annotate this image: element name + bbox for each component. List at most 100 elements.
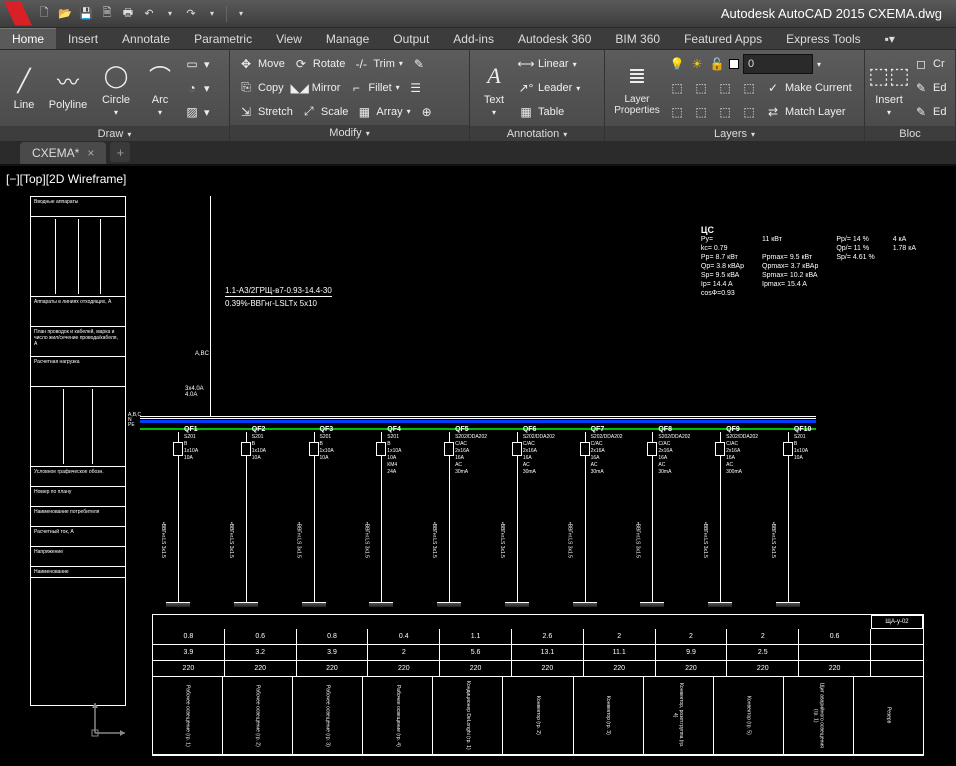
feeder-QF10: QF10S201 B 1x10A 10A •ВВГнг.LS 3х1.5 [762,432,816,607]
tab-featured[interactable]: Featured Apps [672,29,774,49]
qat-more-icon[interactable]: ▾ [232,5,250,23]
mirror-button[interactable]: ◣◢Mirror [288,77,345,99]
feeder-QF5: QF5S202/DDA202 C/AC 2x16A 16A AC 30mA •В… [423,432,477,607]
layer-selector[interactable]: 💡 ☀ 🔓 ▾ [665,53,856,75]
qat-open-icon[interactable]: 📂 [56,5,74,23]
text-button[interactable]: AText▾ [474,52,514,124]
leader-button[interactable]: ↗°Leader▾ [514,77,584,99]
tab-insert[interactable]: Insert [56,29,110,49]
extra-c[interactable]: ⊕ [415,101,439,123]
array-button[interactable]: ▦Array▾ [352,101,414,123]
table-button[interactable]: ▦Table [514,101,584,123]
layer-properties-icon: ≣ [621,60,653,92]
tab-annotate[interactable]: Annotate [110,29,182,49]
panel-block-title: Bloc [899,128,920,140]
incoming-label-1: 1.1-А3/2ГРЩ-в7-0.93-14.4-30 [225,286,332,297]
app-logo[interactable] [4,2,32,26]
text-icon: A [478,60,510,92]
tab-parametric[interactable]: Parametric [182,29,264,49]
polyline-button[interactable]: 〰Polyline [44,52,92,124]
edit-button-2[interactable]: ✎Ed [909,101,950,123]
panel-modify: ✥Move ⟳Rotate -/-Trim▾ ✎ ⎘Copy ◣◢Mirror … [230,50,470,141]
stretch-button[interactable]: ⇲Stretch [234,101,297,123]
tab-bim360[interactable]: BIM 360 [603,29,672,49]
panel-annotation: AText▾ ⟷Linear▾ ↗°Leader▾ ▦Table Annotat… [470,50,605,141]
tab-view[interactable]: View [264,29,314,49]
arc-button[interactable]: ⌒Arc▾ [140,52,180,124]
move-icon: ✥ [238,56,254,72]
qat-saveas-icon[interactable]: 🗎 [98,5,116,23]
layer-tool-3[interactable]: ⬚ [713,77,737,99]
polyline-icon: 〰 [52,65,84,97]
panel-layers: ≣LayerProperties 💡 ☀ 🔓 ▾ ⬚ ⬚ ⬚ ⬚ ✓Make C… [605,50,865,141]
qat-undo-drop-icon[interactable]: ▾ [161,5,179,23]
qat-undo-icon[interactable]: ↶ [140,5,158,23]
ribbon-tabs: Home Insert Annotate Parametric View Man… [0,28,956,50]
qat-redo-drop-icon[interactable]: ▾ [203,5,221,23]
extra-b[interactable]: ☰ [404,77,428,99]
panel-layers-title[interactable]: Layers [714,128,755,140]
draw-extra-1[interactable]: ▭▾ [180,53,214,75]
feeder-QF4: QF4S201 B 1x10A 10A КМ4 24А •ВВГнг.LS 3х… [355,432,409,607]
tab-a360[interactable]: Autodesk 360 [506,29,603,49]
layer-tool-7[interactable]: ⬚ [713,101,737,123]
tab-manage[interactable]: Manage [314,29,381,49]
panel-draw-title[interactable]: Draw [98,128,132,140]
create-button[interactable]: ◻Cr [909,53,950,75]
feeder-QF3: QF3S201 B 1x10A 10A •ВВГнг.LS 3х1.5 [288,432,342,607]
copy-button[interactable]: ⎘Copy [234,77,288,99]
qat-print-icon[interactable]: 🖶 [119,5,137,23]
title-block: Вводные аппараты Аппараты в линиях отход… [30,196,126,706]
stretch-icon: ⇲ [238,104,254,120]
load-data-block: ЦСРу=kc= 0.79Рр= 8.7 кВтQp= 3.8 кВАрSp= … [701,226,916,298]
tab-output[interactable]: Output [381,29,441,49]
panel-annotation-title[interactable]: Annotation [507,128,568,140]
add-tab-button[interactable]: + [110,142,130,162]
table-icon: ▦ [518,104,534,120]
qat-new-icon[interactable]: 🗋 [35,5,53,23]
insert-button[interactable]: ⬚⬚Insert▾ [869,52,909,124]
match-layer-button[interactable]: ⇄Match Layer [761,101,850,123]
view-controls[interactable]: [−][Top][2D Wireframe] [6,172,126,186]
tab-overflow-icon[interactable]: ▪▾ [873,29,907,49]
layer-properties-button[interactable]: ≣LayerProperties [609,52,665,124]
layer-tool-1[interactable]: ⬚ [665,77,689,99]
scale-icon: ⤢ [301,104,317,120]
incoming-feeder [210,196,211,416]
fillet-button[interactable]: ⌐Fillet▾ [344,77,403,99]
match-layer-icon: ⇄ [765,104,781,120]
make-current-button[interactable]: ✓Make Current [761,77,856,99]
close-tab-icon[interactable]: × [87,146,94,160]
circle-button[interactable]: ◯Circle▾ [92,52,140,124]
lock-icon: 🔓 [709,56,725,72]
document-tab[interactable]: CXEMA* × [20,142,106,164]
drawing-canvas[interactable]: [−][Top][2D Wireframe] Вводные аппараты … [0,166,956,766]
rotate-button[interactable]: ⟳Rotate [289,53,349,75]
linear-dim-button[interactable]: ⟷Linear▾ [514,53,584,75]
wcs-icon[interactable] [90,698,130,738]
tab-addins[interactable]: Add-ins [441,29,506,49]
panel-modify-title[interactable]: Modify [329,127,369,139]
move-button[interactable]: ✥Move [234,53,289,75]
scale-button[interactable]: ⤢Scale [297,101,353,123]
rotate-icon: ⟳ [293,56,309,72]
draw-extra-2[interactable]: ◔▾ [180,77,214,99]
layer-tool-5[interactable]: ⬚ [665,101,689,123]
layer-tool-6[interactable]: ⬚ [689,101,713,123]
window-title: Autodesk AutoCAD 2015 CXEMA.dwg [253,6,952,21]
qat-save-icon[interactable]: 💾 [77,5,95,23]
extra-a[interactable]: ✎ [407,53,431,75]
draw-extra-3[interactable]: ▨▾ [180,101,214,123]
trim-button[interactable]: -/-Trim▾ [349,53,407,75]
tab-express[interactable]: Express Tools [774,29,872,49]
feeder-QF1: QF1S201 B 1x10A 10A •ВВГнг.LS 3х1.5 [152,432,206,607]
layer-tool-4[interactable]: ⬚ [737,77,761,99]
line-button[interactable]: ╱Line [4,52,44,124]
edit-button-1[interactable]: ✎Ed [909,77,950,99]
layer-name-input[interactable] [743,54,813,74]
tab-home[interactable]: Home [0,28,56,49]
layer-tool-8[interactable]: ⬚ [737,101,761,123]
qat-redo-icon[interactable]: ↷ [182,5,200,23]
document-tab-label: CXEMA* [32,146,79,160]
layer-tool-2[interactable]: ⬚ [689,77,713,99]
